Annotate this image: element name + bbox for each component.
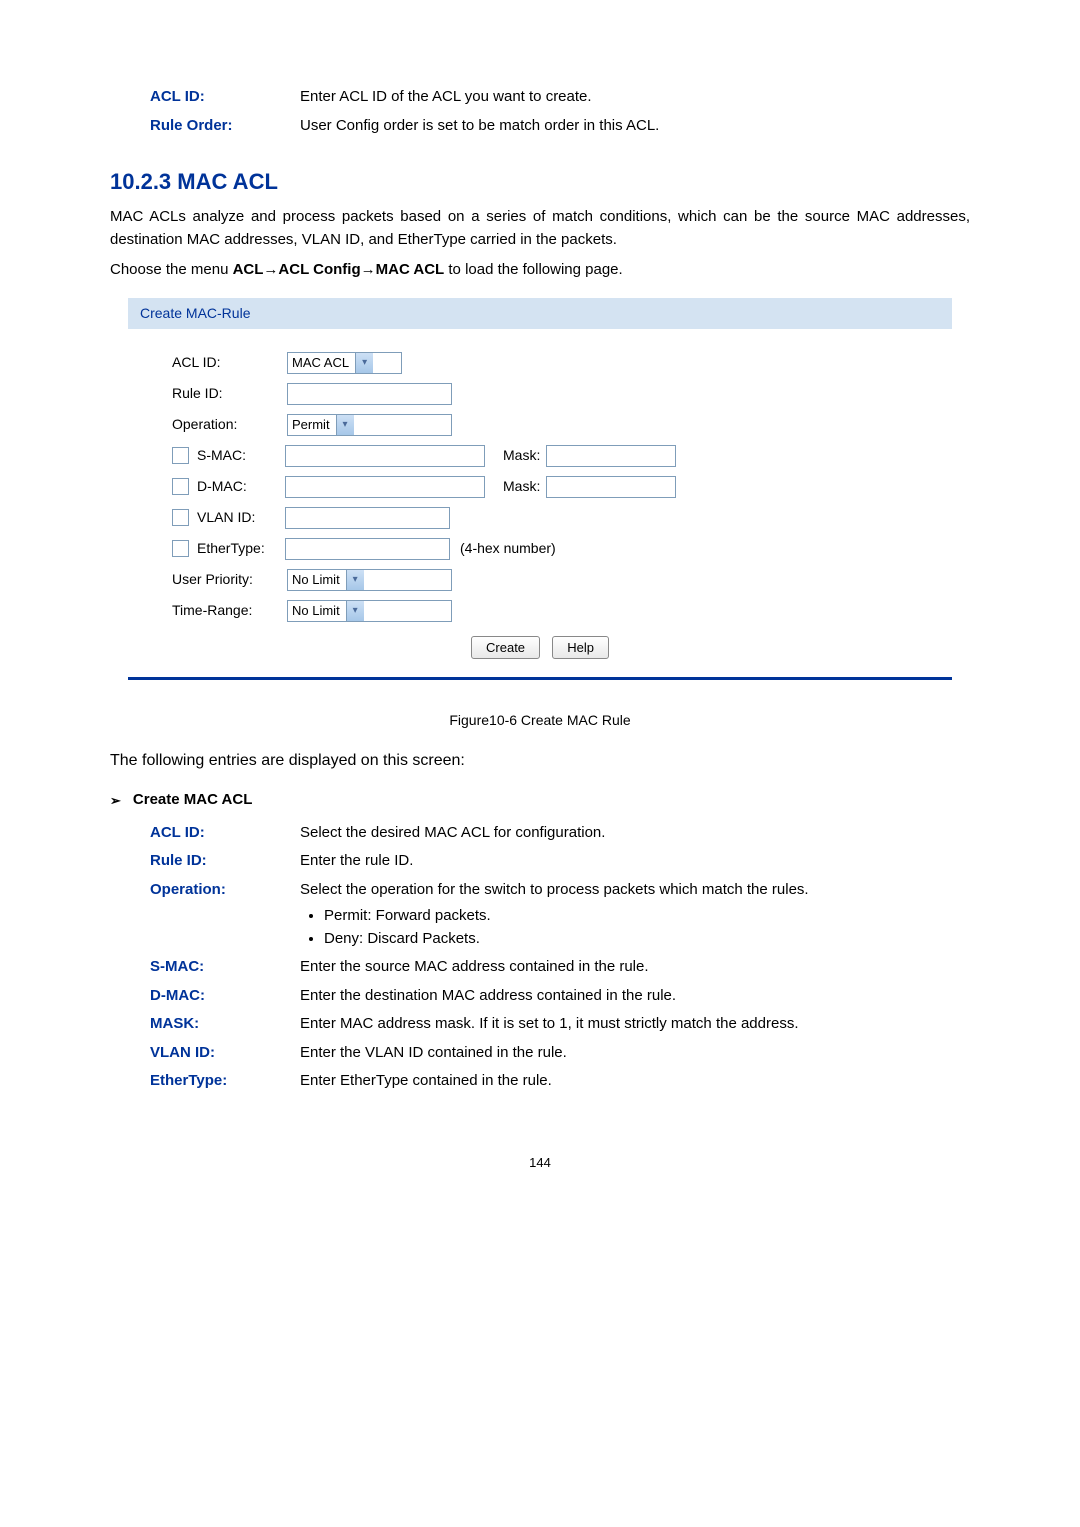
def-value-smac2: Enter the source MAC address contained i…	[300, 956, 970, 979]
timerange-select-text: No Limit	[292, 601, 340, 621]
form-label-aclid: ACL ID:	[172, 352, 287, 373]
userpriority-select-text: No Limit	[292, 570, 340, 590]
section-intro: MAC ACLs analyze and process packets bas…	[110, 206, 970, 251]
chevron-down-icon: ▾	[355, 353, 373, 373]
def-label-operation2: Operation:	[150, 879, 300, 951]
def-value-ruleid2: Enter the rule ID.	[300, 850, 970, 873]
def-value-ruleorder: User Config order is set to be match ord…	[300, 115, 970, 138]
bullet-permit: Permit: Forward packets.	[324, 905, 970, 928]
chevron-down-icon: ▾	[336, 415, 354, 435]
chevron-down-icon: ▾	[346, 570, 364, 590]
def-label-vlanid2: VLAN ID:	[150, 1042, 300, 1065]
def-value-ethertype2: Enter EtherType contained in the rule.	[300, 1070, 970, 1093]
subsection-title: Create MAC ACL	[133, 789, 252, 812]
form-area: ACL ID: MAC ACL ▾ Rule ID: Operation: Pe…	[128, 329, 952, 678]
vlanid-checkbox[interactable]	[172, 509, 189, 526]
smac-checkbox[interactable]	[172, 447, 189, 464]
form-row-dmac: D-MAC: Mask:	[142, 476, 938, 498]
smac-mask-input[interactable]	[546, 445, 676, 467]
form-label-smac: S-MAC:	[197, 445, 285, 466]
def-row-dmac2: D-MAC: Enter the destination MAC address…	[110, 985, 970, 1008]
create-button[interactable]: Create	[471, 636, 540, 660]
def-row-ruleid2: Rule ID: Enter the rule ID.	[110, 850, 970, 873]
def-value-mask2: Enter MAC address mask. If it is set to …	[300, 1013, 970, 1036]
help-button[interactable]: Help	[552, 636, 609, 660]
form-label-dmac: D-MAC:	[197, 476, 285, 497]
ethertype-checkbox[interactable]	[172, 540, 189, 557]
menu-prefix: Choose the menu	[110, 261, 233, 278]
operation-select-text: Permit	[292, 415, 330, 435]
def-label-mask2: MASK:	[150, 1013, 300, 1036]
lead-text: The following entries are displayed on t…	[110, 749, 970, 773]
dmac-mask-label: Mask:	[503, 476, 540, 497]
aclid-select[interactable]: MAC ACL ▾	[287, 352, 402, 374]
menu-path: Choose the menu ACL→ACL Config→MAC ACL t…	[110, 259, 970, 282]
ethertype-note: (4-hex number)	[460, 538, 556, 559]
def-row-ethertype2: EtherType: Enter EtherType contained in …	[110, 1070, 970, 1093]
form-label-vlanid: VLAN ID:	[197, 507, 285, 528]
form-row-ethertype: EtherType: (4-hex number)	[142, 538, 938, 560]
form-label-ethertype: EtherType:	[197, 538, 285, 559]
form-row-aclid: ACL ID: MAC ACL ▾	[142, 352, 938, 374]
def-value-aclid: Enter ACL ID of the ACL you want to crea…	[300, 86, 970, 109]
smac-mask-label: Mask:	[503, 445, 540, 466]
smac-input[interactable]	[285, 445, 485, 467]
form-row-operation: Operation: Permit ▾	[142, 414, 938, 436]
def-label-aclid2: ACL ID:	[150, 822, 300, 845]
def-label-smac2: S-MAC:	[150, 956, 300, 979]
menu-suffix: to load the following page.	[444, 261, 622, 278]
form-row-vlanid: VLAN ID:	[142, 507, 938, 529]
panel-header: Create MAC-Rule	[128, 298, 952, 329]
form-row-smac: S-MAC: Mask:	[142, 445, 938, 467]
def-label-ethertype2: EtherType:	[150, 1070, 300, 1093]
figure-caption: Figure10-6 Create MAC Rule	[110, 710, 970, 731]
def-row-mask2: MASK: Enter MAC address mask. If it is s…	[110, 1013, 970, 1036]
form-label-operation: Operation:	[172, 414, 287, 435]
def-row-ruleorder: Rule Order: User Config order is set to …	[110, 115, 970, 138]
def-row-aclid: ACL ID: Enter ACL ID of the ACL you want…	[110, 86, 970, 109]
page-number: 144	[110, 1153, 970, 1173]
form-row-timerange: Time-Range: No Limit ▾	[142, 600, 938, 622]
chevron-right-icon: ➢	[110, 791, 121, 811]
form-label-userpriority: User Priority:	[172, 569, 287, 590]
def-row-aclid2: ACL ID: Select the desired MAC ACL for c…	[110, 822, 970, 845]
operation-bullets: Permit: Forward packets. Deny: Discard P…	[300, 905, 970, 950]
vlanid-input[interactable]	[285, 507, 450, 529]
def-label-dmac2: D-MAC:	[150, 985, 300, 1008]
figure-panel: Create MAC-Rule ACL ID: MAC ACL ▾ Rule I…	[128, 298, 952, 681]
subsection-row: ➢ Create MAC ACL	[110, 789, 970, 812]
def-operation-desc: Select the operation for the switch to p…	[300, 881, 809, 898]
form-row-ruleid: Rule ID:	[142, 383, 938, 405]
timerange-select[interactable]: No Limit ▾	[287, 600, 452, 622]
button-row: Create Help	[142, 636, 938, 660]
def-value-aclid2: Select the desired MAC ACL for configura…	[300, 822, 970, 845]
dmac-mask-input[interactable]	[546, 476, 676, 498]
bullet-deny: Deny: Discard Packets.	[324, 928, 970, 951]
def-label-ruleid2: Rule ID:	[150, 850, 300, 873]
def-row-operation2: Operation: Select the operation for the …	[110, 879, 970, 951]
def-row-vlanid2: VLAN ID: Enter the VLAN ID contained in …	[110, 1042, 970, 1065]
def-label-ruleorder: Rule Order:	[150, 115, 300, 138]
dmac-checkbox[interactable]	[172, 478, 189, 495]
section-heading: 10.2.3 MAC ACL	[110, 165, 970, 198]
form-row-userpriority: User Priority: No Limit ▾	[142, 569, 938, 591]
aclid-select-text: MAC ACL	[292, 353, 349, 373]
ruleid-input[interactable]	[287, 383, 452, 405]
operation-select[interactable]: Permit ▾	[287, 414, 452, 436]
def-value-dmac2: Enter the destination MAC address contai…	[300, 985, 970, 1008]
dmac-input[interactable]	[285, 476, 485, 498]
def-value-operation2: Select the operation for the switch to p…	[300, 879, 970, 951]
form-label-ruleid: Rule ID:	[172, 383, 287, 404]
def-label-aclid: ACL ID:	[150, 86, 300, 109]
userpriority-select[interactable]: No Limit ▾	[287, 569, 452, 591]
def-row-smac2: S-MAC: Enter the source MAC address cont…	[110, 956, 970, 979]
menu-bold: ACL→ACL Config→MAC ACL	[233, 261, 445, 278]
chevron-down-icon: ▾	[346, 601, 364, 621]
ethertype-input[interactable]	[285, 538, 450, 560]
form-label-timerange: Time-Range:	[172, 600, 287, 621]
def-value-vlanid2: Enter the VLAN ID contained in the rule.	[300, 1042, 970, 1065]
